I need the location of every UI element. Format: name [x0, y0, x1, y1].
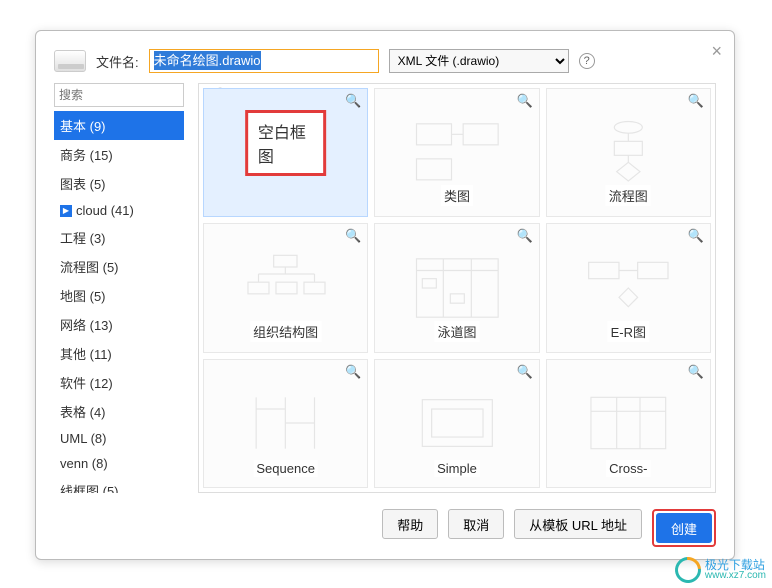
category-label: 其他 (11)	[60, 344, 112, 363]
category-label: 商务 (15)	[60, 145, 113, 164]
category-item[interactable]: UML (8)	[54, 426, 184, 451]
watermark-logo-icon	[670, 552, 707, 588]
search-input[interactable]	[59, 88, 214, 102]
template-thumbnail	[220, 253, 351, 323]
cancel-button[interactable]: 取消	[448, 509, 504, 539]
template-thumbnail	[220, 388, 351, 458]
magnify-icon[interactable]: 🔍	[345, 228, 361, 244]
category-item[interactable]: 工程 (3)	[54, 223, 184, 252]
template-tile[interactable]: 🔍 Cross-	[546, 359, 711, 488]
filename-label: 文件名:	[96, 52, 139, 71]
category-item[interactable]: 图表 (5)	[54, 169, 184, 198]
filename-input[interactable]: 未命名绘图.drawio	[149, 49, 379, 73]
new-diagram-dialog: × 文件名: 未命名绘图.drawio XML 文件 (.drawio) ? 🔍…	[35, 30, 735, 560]
template-tile[interactable]: 🔍 类图	[374, 88, 539, 217]
template-tile[interactable]: 🔍 组织结构图	[203, 223, 368, 352]
template-thumbnail	[563, 118, 694, 188]
help-button[interactable]: 帮助	[382, 509, 438, 539]
category-item[interactable]: 流程图 (5)	[54, 252, 184, 281]
category-item[interactable]: 线框图 (5)	[54, 476, 184, 493]
category-label: cloud (41)	[76, 203, 134, 218]
category-label: 线框图 (5)	[60, 481, 119, 493]
category-sidebar: 🔍 基本 (9) 商务 (15) 图表 (5) ▶ cloud (41) 工程 (3) 流程…	[54, 83, 184, 493]
category-label: 网络 (13)	[60, 315, 113, 334]
category-item[interactable]: 表格 (4)	[54, 397, 184, 426]
dialog-body: 🔍 基本 (9) 商务 (15) 图表 (5) ▶ cloud (41) 工程 (3) 流程…	[36, 83, 734, 493]
template-tile[interactable]: 🔍 流程图	[546, 88, 711, 217]
category-item[interactable]: 商务 (15)	[54, 140, 184, 169]
help-icon[interactable]: ?	[579, 53, 595, 69]
magnify-icon[interactable]: 🔍	[688, 93, 704, 109]
template-label: 流程图	[606, 185, 651, 206]
template-grid: 🔍 空白框图 🔍 类图 🔍 流程图 🔍 组织结构图 🔍 泳道图 🔍 E-R图 🔍 Sequence 🔍 Sim…	[199, 84, 715, 492]
category-item[interactable]: ▶ cloud (41)	[54, 198, 184, 223]
category-label: 软件 (12)	[60, 373, 113, 392]
magnify-icon[interactable]: 🔍	[516, 228, 532, 244]
watermark-url: www.xz7.com	[705, 571, 766, 581]
magnify-icon[interactable]: 🔍	[516, 93, 532, 109]
category-label: UML (8)	[60, 431, 106, 446]
template-thumbnail	[392, 118, 523, 188]
watermark: 极光下载站 www.xz7.com	[675, 557, 766, 583]
template-label: 类图	[441, 185, 473, 206]
template-thumbnail	[563, 388, 694, 458]
category-item[interactable]: 网络 (13)	[54, 310, 184, 339]
template-label: Simple	[434, 460, 480, 477]
close-icon[interactable]: ×	[711, 41, 722, 62]
template-gallery: 🔍 空白框图 🔍 类图 🔍 流程图 🔍 组织结构图 🔍 泳道图 🔍 E-R图 🔍 Sequence 🔍 Sim…	[198, 83, 716, 493]
template-label: 空白框图	[245, 110, 327, 176]
template-label: E-R图	[608, 321, 649, 342]
magnify-icon[interactable]: 🔍	[345, 93, 361, 109]
search-box[interactable]: 🔍	[54, 83, 184, 107]
play-icon: ▶	[60, 205, 72, 217]
category-item[interactable]: 基本 (9)	[54, 111, 184, 140]
category-label: 表格 (4)	[60, 402, 106, 421]
category-list: 基本 (9) 商务 (15) 图表 (5) ▶ cloud (41) 工程 (3) 流程图 …	[54, 111, 184, 493]
from-url-button[interactable]: 从模板 URL 地址	[514, 509, 642, 539]
create-highlight: 创建	[652, 509, 716, 547]
create-button[interactable]: 创建	[656, 513, 712, 543]
template-tile[interactable]: 🔍 泳道图	[374, 223, 539, 352]
template-label: Cross-	[606, 460, 650, 477]
magnify-icon[interactable]: 🔍	[516, 364, 532, 380]
magnify-icon[interactable]: 🔍	[345, 364, 361, 380]
category-item[interactable]: venn (8)	[54, 451, 184, 476]
template-tile[interactable]: 🔍 E-R图	[546, 223, 711, 352]
template-thumbnail	[392, 253, 523, 323]
drive-icon	[54, 50, 86, 72]
dialog-footer: 帮助 取消 从模板 URL 地址 创建	[382, 509, 716, 547]
category-label: venn (8)	[60, 456, 108, 471]
filename-value: 未命名绘图.drawio	[154, 51, 261, 70]
category-label: 基本 (9)	[60, 116, 106, 135]
file-format-select[interactable]: XML 文件 (.drawio)	[389, 49, 569, 73]
magnify-icon[interactable]: 🔍	[688, 364, 704, 380]
template-label: 组织结构图	[250, 321, 321, 342]
magnify-icon[interactable]: 🔍	[688, 228, 704, 244]
category-label: 图表 (5)	[60, 174, 106, 193]
category-label: 工程 (3)	[60, 228, 106, 247]
template-tile[interactable]: 🔍 Simple	[374, 359, 539, 488]
template-label: Sequence	[253, 460, 318, 477]
template-thumbnail	[563, 253, 694, 323]
category-label: 地图 (5)	[60, 286, 106, 305]
template-label: 泳道图	[434, 321, 479, 342]
category-item[interactable]: 其他 (11)	[54, 339, 184, 368]
category-item[interactable]: 软件 (12)	[54, 368, 184, 397]
category-item[interactable]: 地图 (5)	[54, 281, 184, 310]
category-label: 流程图 (5)	[60, 257, 119, 276]
template-tile[interactable]: 🔍 Sequence	[203, 359, 368, 488]
dialog-header: 文件名: 未命名绘图.drawio XML 文件 (.drawio) ?	[36, 31, 734, 83]
template-thumbnail	[392, 388, 523, 458]
template-tile[interactable]: 🔍 空白框图	[203, 88, 368, 217]
